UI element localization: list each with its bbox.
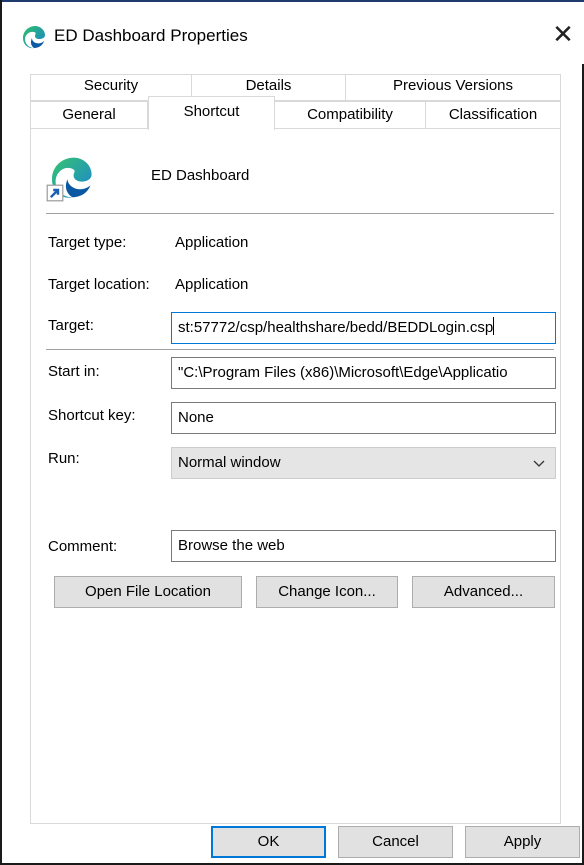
run-select-value: Normal window xyxy=(178,454,281,471)
close-icon: ✕ xyxy=(552,19,574,49)
target-location-value: Application xyxy=(175,276,249,293)
target-field[interactable]: st:57772/csp/healthshare/bedd/BEDDLogin.… xyxy=(171,312,556,344)
tab-shortcut[interactable]: Shortcut xyxy=(148,96,275,130)
tab-classification-label: Classification xyxy=(448,106,538,123)
separator-top xyxy=(46,213,554,214)
target-type-value: Application xyxy=(175,234,249,251)
target-location-label: Target location: xyxy=(48,276,150,293)
text-caret xyxy=(493,317,495,335)
separator-middle xyxy=(46,349,554,350)
start-in-field-text: "C:\Program Files (x86)\Microsoft\Edge\A… xyxy=(178,364,508,381)
tab-details-label: Details xyxy=(245,77,292,94)
run-label: Run: xyxy=(48,450,80,467)
comment-field[interactable]: Browse the web xyxy=(171,530,556,562)
target-field-text: st:57772/csp/healthshare/bedd/BEDDLogin.… xyxy=(178,319,494,336)
comment-field-text: Browse the web xyxy=(178,537,285,554)
apply-button[interactable]: Apply xyxy=(465,826,580,858)
shortcut-key-label: Shortcut key: xyxy=(48,407,136,424)
comment-label: Comment: xyxy=(48,538,118,555)
change-icon-label: Change Icon... xyxy=(278,583,376,600)
open-file-location-label: Open File Location xyxy=(85,583,211,600)
tab-previous-versions-label: Previous Versions xyxy=(392,77,514,94)
cancel-button[interactable]: Cancel xyxy=(338,826,453,858)
chevron-down-icon xyxy=(533,460,545,467)
edge-app-icon xyxy=(23,26,45,49)
tab-previous-versions[interactable]: Previous Versions xyxy=(345,74,561,101)
run-select[interactable]: Normal window xyxy=(171,447,556,479)
start-in-label: Start in: xyxy=(48,363,100,380)
title-bar: ED Dashboard Properties ✕ xyxy=(4,2,584,64)
tab-general[interactable]: General xyxy=(30,101,148,129)
tab-compatibility[interactable]: Compatibility xyxy=(274,101,426,129)
tab-classification[interactable]: Classification xyxy=(425,101,561,129)
ok-button[interactable]: OK xyxy=(211,826,326,858)
tab-general-label: General xyxy=(62,106,116,123)
tab-compatibility-label: Compatibility xyxy=(307,106,393,123)
properties-dialog: ED Dashboard Properties ✕ Security Detai… xyxy=(0,0,584,865)
change-icon-button[interactable]: Change Icon... xyxy=(256,576,398,608)
advanced-button[interactable]: Advanced... xyxy=(412,576,555,608)
target-type-label: Target type: xyxy=(48,234,127,251)
shortcut-name: ED Dashboard xyxy=(151,167,250,184)
apply-label: Apply xyxy=(503,833,542,850)
tab-security-label: Security xyxy=(83,77,139,94)
open-file-location-button[interactable]: Open File Location xyxy=(54,576,242,608)
advanced-label: Advanced... xyxy=(443,583,524,600)
ok-label: OK xyxy=(257,833,280,850)
cancel-label: Cancel xyxy=(372,833,419,850)
edge-shortcut-icon xyxy=(46,157,92,202)
tab-shortcut-label: Shortcut xyxy=(183,103,240,120)
shortcut-key-field-text: None xyxy=(178,409,214,426)
target-label: Target: xyxy=(48,317,94,334)
close-button[interactable]: ✕ xyxy=(548,18,578,52)
shortcut-key-field[interactable]: None xyxy=(171,402,556,434)
window-title: ED Dashboard Properties xyxy=(54,26,248,45)
start-in-field[interactable]: "C:\Program Files (x86)\Microsoft\Edge\A… xyxy=(171,357,556,389)
